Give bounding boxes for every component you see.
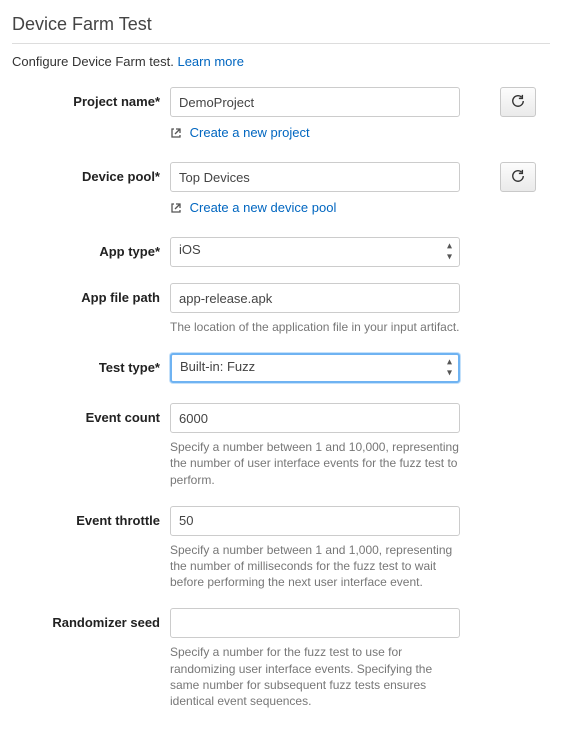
intro-text: Configure Device Farm test. Learn more [12, 54, 550, 69]
project-name-input[interactable] [170, 87, 460, 117]
event-count-label: Event count [12, 403, 170, 425]
refresh-device-pools-button[interactable] [500, 162, 536, 192]
app-type-label: App type* [12, 237, 170, 259]
device-pool-label: Device pool* [12, 162, 170, 184]
randomizer-seed-label: Randomizer seed [12, 608, 170, 630]
event-count-help: Specify a number between 1 and 10,000, r… [170, 439, 460, 488]
external-link-icon [170, 127, 182, 142]
app-file-path-input[interactable] [170, 283, 460, 313]
randomizer-seed-help: Specify a number for the fuzz test to us… [170, 644, 460, 709]
create-device-pool-link[interactable]: Create a new device pool [190, 200, 337, 215]
project-name-label: Project name* [12, 87, 170, 109]
randomizer-seed-input[interactable] [170, 608, 460, 638]
refresh-icon [511, 169, 525, 186]
external-link-icon [170, 202, 182, 217]
create-project-link[interactable]: Create a new project [190, 125, 310, 140]
intro-label: Configure Device Farm test. [12, 54, 174, 69]
event-throttle-label: Event throttle [12, 506, 170, 528]
app-file-path-help: The location of the application file in … [170, 319, 460, 335]
page-title: Device Farm Test [12, 8, 550, 44]
refresh-icon [511, 94, 525, 111]
app-file-path-label: App file path [12, 283, 170, 305]
device-pool-input[interactable] [170, 162, 460, 192]
event-count-input[interactable] [170, 403, 460, 433]
event-throttle-help: Specify a number between 1 and 1,000, re… [170, 542, 460, 591]
app-type-select[interactable]: iOS [170, 237, 460, 267]
event-throttle-input[interactable] [170, 506, 460, 536]
test-type-label: Test type* [12, 353, 170, 375]
refresh-projects-button[interactable] [500, 87, 536, 117]
test-type-select[interactable]: Built-in: Fuzz [170, 353, 460, 383]
learn-more-link[interactable]: Learn more [177, 54, 243, 69]
